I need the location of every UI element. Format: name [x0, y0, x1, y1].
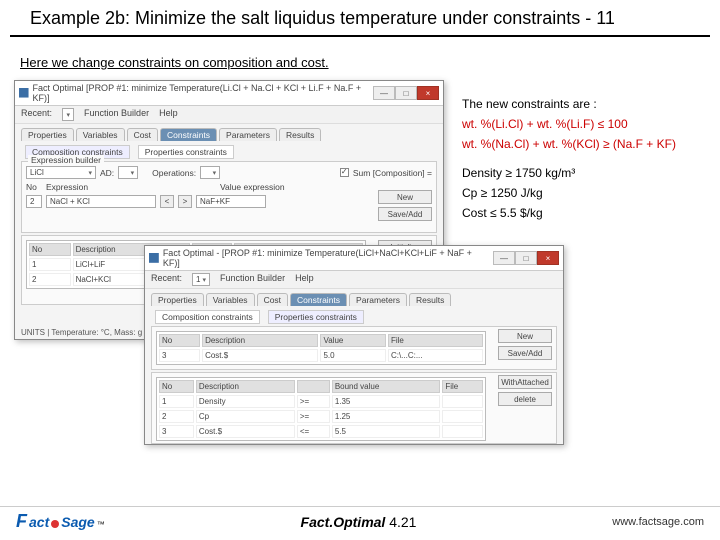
col-value-label: Value expression — [220, 182, 285, 192]
tab-cost[interactable]: Cost — [127, 128, 158, 141]
maximize-button[interactable]: □ — [515, 251, 537, 265]
footer-url: www.factsage.com — [612, 516, 704, 528]
footer: Fact Sage™ Fact.Optimal 4.21 www.factsage… — [0, 506, 720, 536]
sum-checkbox[interactable] — [340, 168, 349, 177]
tab-results[interactable]: Results — [279, 128, 321, 141]
menu-function-builder[interactable]: Function Builder — [220, 273, 285, 286]
recent-dropdown[interactable] — [62, 108, 74, 121]
save-add-button[interactable]: Save/Add — [498, 346, 552, 360]
ops-label: Operations: — [152, 168, 196, 178]
tab-parameters[interactable]: Parameters — [349, 293, 407, 306]
subtab-properties-constraints[interactable]: Properties constraints — [268, 310, 364, 324]
factsage-logo: Fact Sage™ — [16, 511, 105, 532]
new-button[interactable]: New — [378, 190, 432, 204]
window-factoptimal-front: Fact Optimal - [PROP #1: minimize Temper… — [144, 245, 564, 445]
app-icon — [149, 253, 159, 263]
logo-sage: Sage — [61, 514, 94, 530]
new-button[interactable]: New — [498, 329, 552, 343]
tab-parameters[interactable]: Parameters — [219, 128, 277, 141]
menu-recent[interactable]: Recent: — [151, 273, 182, 286]
note-constraint: wt. %(Na.Cl) + wt. %(KCl) ≥ (Na.F + KF) — [462, 136, 706, 153]
recent-dropdown[interactable]: 1 — [192, 273, 210, 286]
slide-subtitle: Here we change constraints on compositio… — [20, 55, 700, 70]
value-input[interactable]: NaF+KF — [196, 195, 266, 208]
panel-legend: Expression builder — [28, 155, 104, 165]
close-button[interactable]: × — [537, 251, 559, 265]
note-line: Cost ≤ 5.5 $/kg — [462, 205, 706, 222]
ad-label: AD: — [100, 168, 114, 178]
menu-function-builder[interactable]: Function Builder — [84, 108, 149, 121]
tab-variables[interactable]: Variables — [206, 293, 255, 306]
note-line: Cp ≥ 1250 J/kg — [462, 185, 706, 202]
th-no: No — [29, 243, 71, 256]
table-row[interactable]: 3 Cost.$ 5.0 C:\...C:... — [159, 349, 483, 362]
ops-dropdown[interactable] — [200, 166, 220, 179]
col-no-label: No — [26, 182, 42, 192]
expression-input[interactable]: NaCl + KCl — [46, 195, 156, 208]
tab-results[interactable]: Results — [409, 293, 451, 306]
tab-properties[interactable]: Properties — [151, 293, 204, 306]
tab-cost[interactable]: Cost — [257, 293, 288, 306]
save-add-button[interactable]: Save/Add — [378, 207, 432, 221]
note-constraint: wt. %(Li.Cl) + wt. %(Li.F) ≤ 100 — [462, 116, 706, 133]
bottom-table: No Description Bound value File 1 Densit… — [156, 377, 486, 441]
footer-center: Fact.Optimal 4.21 — [105, 514, 613, 530]
logo-dot-icon — [51, 520, 59, 528]
subtab-composition[interactable]: Composition constraints — [155, 310, 260, 324]
minimize-button[interactable]: — — [373, 86, 395, 100]
table-row[interactable]: 2 Cp >= 1.25 — [159, 410, 483, 423]
tab-variables[interactable]: Variables — [76, 128, 125, 141]
tab-constraints[interactable]: Constraints — [160, 128, 217, 141]
no-input[interactable]: 2 — [26, 195, 42, 208]
component-dropdown[interactable]: LiCl — [26, 166, 96, 179]
logo-act: act — [29, 514, 49, 530]
menu-help[interactable]: Help — [159, 108, 178, 121]
with-attached-button[interactable]: WithAttached — [498, 375, 552, 389]
window-title: Fact Optimal - [PROP #1: minimize Temper… — [163, 248, 485, 268]
maximize-button[interactable]: □ — [395, 86, 417, 100]
subtab-properties-constraints[interactable]: Properties constraints — [138, 145, 234, 159]
note-line: The new constraints are : — [462, 96, 706, 113]
table-row[interactable]: 1 Density >= 1.35 — [159, 395, 483, 408]
logo-f: F — [16, 511, 27, 532]
sum-label: Sum [Composition] = — [353, 168, 432, 178]
window-title: Fact Optimal [PROP #1: minimize Temperat… — [33, 83, 365, 103]
menu-help[interactable]: Help — [295, 273, 314, 286]
slide-title: Example 2b: Minimize the salt liquidus t… — [10, 0, 710, 37]
tab-properties[interactable]: Properties — [21, 128, 74, 141]
note-line: Density ≥ 1750 kg/m³ — [462, 165, 706, 182]
screenshot-stack: Fact Optimal [PROP #1: minimize Temperat… — [14, 80, 454, 450]
delete-button[interactable]: delete — [498, 392, 552, 406]
minimize-button[interactable]: — — [493, 251, 515, 265]
top-table: No Description Value File 3 Cost.$ 5.0 C… — [156, 331, 486, 365]
gt-button[interactable]: > — [178, 195, 192, 208]
table-row[interactable]: 3 Cost.$ <= 5.5 — [159, 425, 483, 438]
col-expression-label: Expression — [46, 182, 156, 192]
ad-dropdown[interactable] — [118, 166, 138, 179]
lt-button[interactable]: < — [160, 195, 174, 208]
close-button[interactable]: × — [417, 86, 439, 100]
app-icon — [19, 88, 29, 98]
tab-constraints[interactable]: Constraints — [290, 293, 347, 306]
logo-tm: ™ — [97, 520, 105, 529]
menu-recent[interactable]: Recent: — [21, 108, 52, 121]
